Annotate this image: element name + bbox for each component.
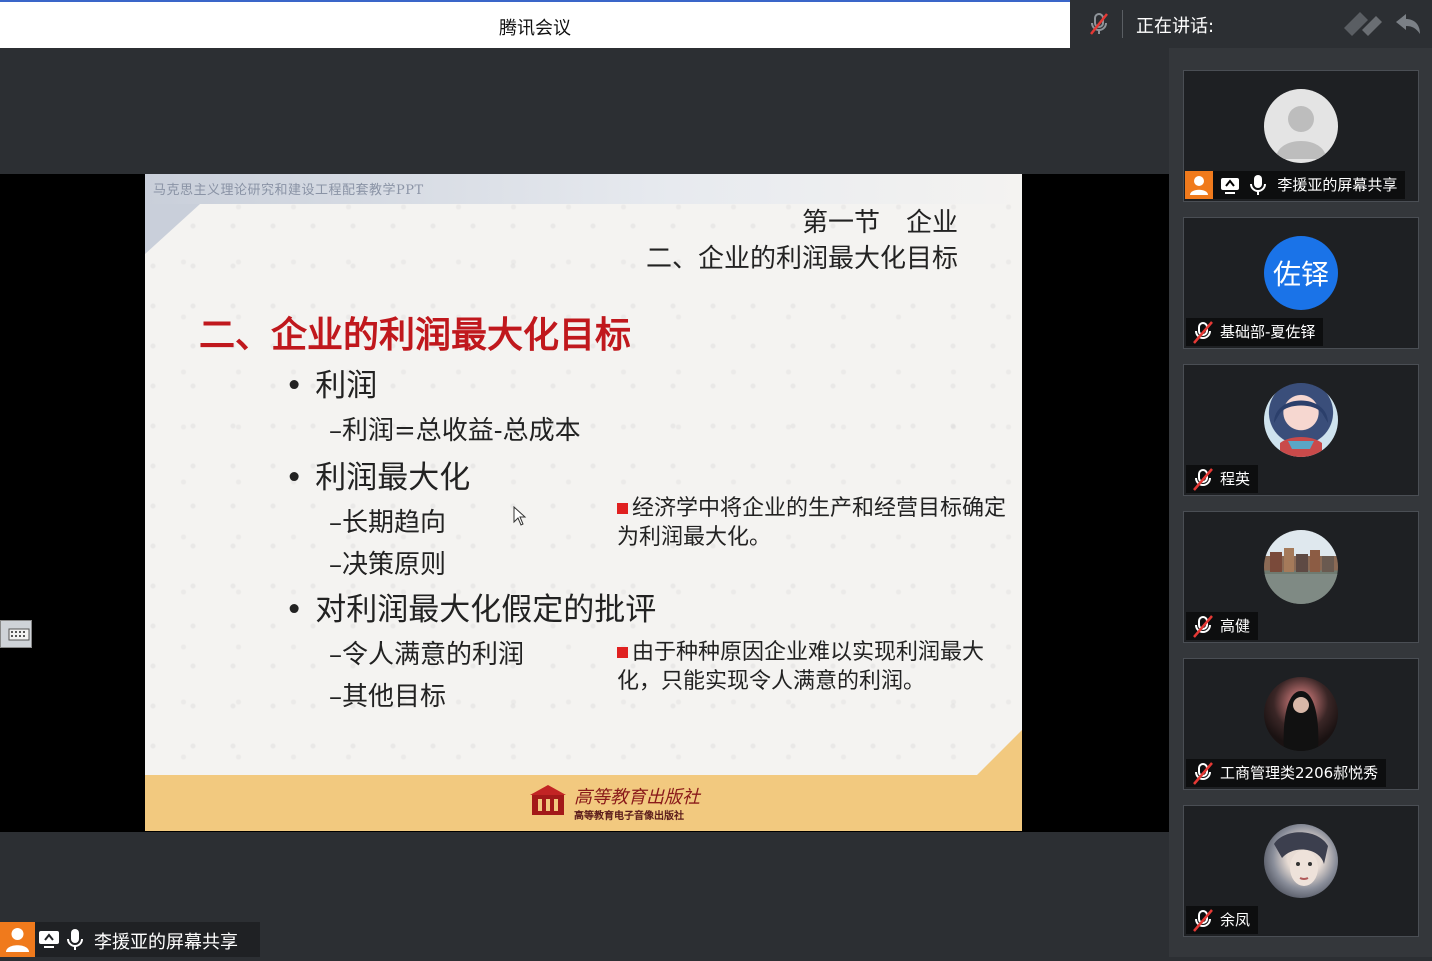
- bullet-dot-icon: •: [285, 368, 304, 404]
- slide-header-caption: 马克思主义理论研究和建设工程配套教学PPT: [153, 183, 424, 198]
- participant-name-bar: 高健: [1186, 612, 1259, 640]
- mic-muted-icon: [1190, 906, 1216, 934]
- bullet-item: • 利润最大化: [285, 460, 471, 496]
- participant-tile[interactable]: 工商管理类2206郝悦秀: [1183, 658, 1419, 790]
- speaking-label: 正在讲话:: [1136, 16, 1215, 37]
- sub-bullet-item: –决策原则: [329, 550, 447, 580]
- participant-tile[interactable]: 高健: [1183, 511, 1419, 643]
- bullet-item: • 利润: [285, 368, 378, 404]
- participant-tile[interactable]: 李援亚的屏幕共享: [1183, 70, 1419, 202]
- slide-subsection-heading: 二、企业的利润最大化目标: [645, 244, 958, 274]
- sub-bullet-item: –令人满意的利润: [329, 640, 525, 670]
- avatar: 佐铎: [1264, 236, 1338, 310]
- divider: [1122, 10, 1123, 38]
- slide-corner-decoration: [145, 204, 200, 254]
- participant-name-bar: 工商管理类2206郝悦秀: [1186, 759, 1387, 787]
- slide-note: 经济学中将企业的生产和经营目标确定为利润最大化。: [617, 496, 1007, 550]
- title-bar: 腾讯会议: [0, 0, 1070, 48]
- mic-muted-icon: [1190, 318, 1216, 346]
- screen-share-icon: [1218, 171, 1242, 199]
- participant-name-bar: 李援亚的屏幕共享: [1185, 171, 1406, 199]
- slide-section-heading: 第一节 企业: [801, 208, 958, 238]
- screen-share-icon: [38, 929, 60, 953]
- participant-tile[interactable]: 余凤: [1183, 805, 1419, 937]
- bullet-dot-icon: •: [285, 460, 304, 496]
- participant-name-bar: 基础部-夏佐铎: [1186, 318, 1324, 346]
- mic-muted-icon: [1190, 465, 1216, 493]
- sub-bullet-item: –长期趋向: [329, 508, 447, 538]
- dark-hair-icon: [1283, 691, 1319, 751]
- mouse-cursor-icon: [513, 506, 527, 526]
- diamond-icon[interactable]: [1344, 12, 1382, 36]
- sub-bullet-item: –利润=总收益-总成本: [329, 416, 581, 446]
- participants-panel: 李援亚的屏幕共享 佐铎 基础部-夏佐铎 程英 高健 工商管理类2206郝悦秀 余…: [1169, 48, 1432, 957]
- toolbar-icons: [1342, 8, 1422, 44]
- mic-muted-icon: [1190, 759, 1216, 787]
- sub-bullet-item: –其他目标: [329, 682, 447, 712]
- city-photo-icon: [1264, 548, 1338, 604]
- bullet-dot-icon: •: [285, 592, 304, 628]
- screen-share-tag: 李援亚的屏幕共享: [0, 922, 260, 957]
- anime-girl-icon: [1274, 400, 1328, 457]
- participant-name-bar: 程英: [1186, 465, 1259, 493]
- avatar: [1264, 824, 1338, 898]
- screen-share-label: 李援亚的屏幕共享: [94, 932, 238, 953]
- publisher-emblem-icon: [530, 785, 566, 815]
- speaking-bar: 正在讲话:: [1070, 0, 1432, 48]
- participant-tile[interactable]: 佐铎 基础部-夏佐铎: [1183, 217, 1419, 349]
- participant-name-bar: 余凤: [1186, 906, 1259, 934]
- host-user-icon: [0, 922, 35, 957]
- slide-note: 由于种种原因企业难以实现利润最大化，只能实现令人满意的利润。: [617, 640, 985, 694]
- slide-main-title: 二、企业的利润最大化目标: [199, 314, 632, 356]
- publisher-logo: 高等教育出版社 高等教育电子音像出版社: [528, 781, 700, 823]
- avatar: [1264, 530, 1338, 604]
- avatar: [1264, 383, 1338, 457]
- keyboard-icon[interactable]: [0, 620, 32, 648]
- mic-icon: [66, 928, 84, 956]
- participant-tile[interactable]: 程英: [1183, 364, 1419, 496]
- mic-muted-icon[interactable]: [1088, 12, 1110, 40]
- default-person-icon: [1276, 106, 1326, 159]
- undo-icon[interactable]: [1396, 14, 1420, 34]
- mic-muted-icon: [1190, 612, 1216, 640]
- host-user-icon: [1185, 171, 1213, 199]
- mic-icon: [1247, 171, 1269, 199]
- slide-corner-decoration: [977, 730, 1022, 775]
- avatar: [1264, 677, 1338, 751]
- red-square-icon: [617, 647, 628, 658]
- publisher-name: 高等教育出版社: [574, 787, 700, 808]
- window-title: 腾讯会议: [499, 18, 571, 39]
- fantasy-face-icon: [1274, 832, 1328, 886]
- bullet-item: • 对利润最大化假定的批评: [285, 592, 657, 628]
- avatar: [1264, 89, 1338, 163]
- publisher-subname: 高等教育电子音像出版社: [574, 811, 684, 822]
- red-square-icon: [617, 503, 628, 514]
- presentation-slide: 马克思主义理论研究和建设工程配套教学PPT 第一节 企业 二、企业的利润最大化目…: [145, 174, 1022, 831]
